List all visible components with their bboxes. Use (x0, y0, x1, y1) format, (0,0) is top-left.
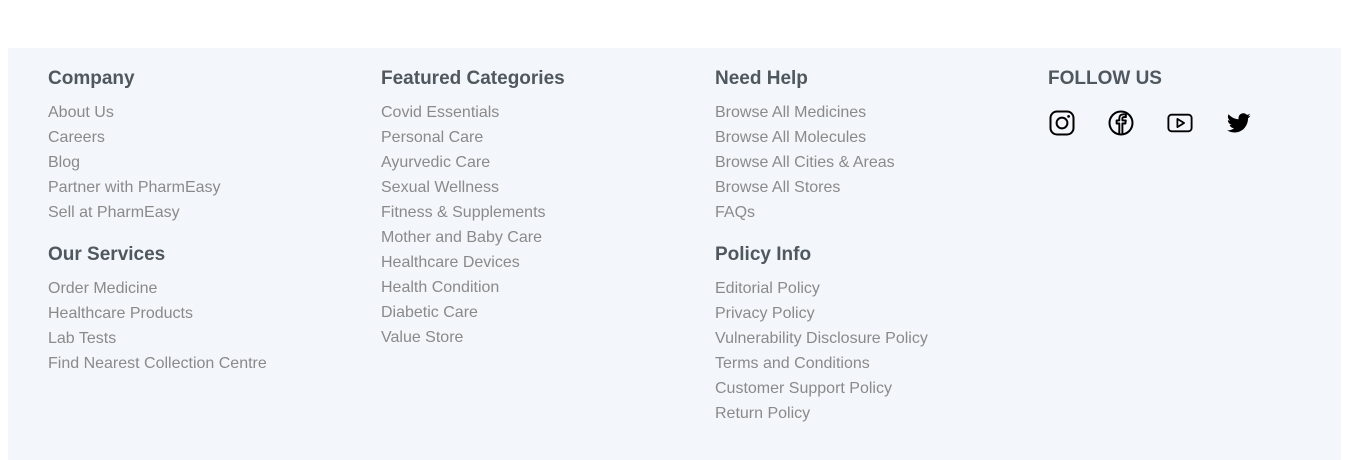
link-blog[interactable]: Blog (48, 150, 267, 175)
social-links (1049, 110, 1285, 136)
categories-section: Featured Categories Covid Essentials Per… (381, 68, 565, 350)
policy-links: Editorial Policy Privacy Policy Vulnerab… (715, 276, 928, 426)
youtube-link[interactable] (1167, 110, 1193, 136)
footer-column-company: Company About Us Careers Blog Partner wi… (48, 68, 267, 376)
link-mother-baby-care[interactable]: Mother and Baby Care (381, 225, 565, 250)
link-partner[interactable]: Partner with PharmEasy (48, 175, 267, 200)
policy-heading: Policy Info (715, 244, 812, 265)
youtube-icon (1167, 113, 1193, 133)
instagram-link[interactable] (1049, 110, 1075, 136)
link-browse-medicines[interactable]: Browse All Medicines (715, 100, 928, 125)
link-faqs[interactable]: FAQs (715, 200, 928, 225)
categories-links: Covid Essentials Personal Care Ayurvedic… (381, 100, 565, 350)
link-browse-molecules[interactable]: Browse All Molecules (715, 125, 928, 150)
help-heading: Need Help (715, 68, 808, 89)
link-customer-support-policy[interactable]: Customer Support Policy (715, 376, 928, 401)
link-value-store[interactable]: Value Store (381, 325, 565, 350)
footer-column-follow: FOLLOW US (1048, 68, 1285, 136)
services-section: Our Services Order Medicine Healthcare P… (48, 244, 267, 376)
link-order-medicine[interactable]: Order Medicine (48, 276, 267, 301)
link-healthcare-devices[interactable]: Healthcare Devices (381, 250, 565, 275)
services-heading: Our Services (48, 244, 166, 265)
link-ayurvedic-care[interactable]: Ayurvedic Care (381, 150, 565, 175)
link-return-policy[interactable]: Return Policy (715, 401, 928, 426)
link-sell[interactable]: Sell at PharmEasy (48, 200, 267, 225)
twitter-link[interactable] (1226, 110, 1252, 136)
link-fitness-supplements[interactable]: Fitness & Supplements (381, 200, 565, 225)
company-section: Company About Us Careers Blog Partner wi… (48, 68, 267, 225)
link-collection-centre[interactable]: Find Nearest Collection Centre (48, 351, 267, 376)
link-careers[interactable]: Careers (48, 125, 267, 150)
follow-heading: FOLLOW US (1048, 68, 1162, 89)
categories-heading: Featured Categories (381, 68, 565, 89)
help-section: Need Help Browse All Medicines Browse Al… (715, 68, 928, 225)
link-about-us[interactable]: About Us (48, 100, 267, 125)
link-personal-care[interactable]: Personal Care (381, 125, 565, 150)
link-vulnerability-policy[interactable]: Vulnerability Disclosure Policy (715, 326, 928, 351)
link-diabetic-care[interactable]: Diabetic Care (381, 300, 565, 325)
link-privacy-policy[interactable]: Privacy Policy (715, 301, 928, 326)
site-footer: Company About Us Careers Blog Partner wi… (8, 48, 1341, 460)
link-lab-tests[interactable]: Lab Tests (48, 326, 267, 351)
link-sexual-wellness[interactable]: Sexual Wellness (381, 175, 565, 200)
link-browse-cities[interactable]: Browse All Cities & Areas (715, 150, 928, 175)
link-healthcare-products[interactable]: Healthcare Products (48, 301, 267, 326)
link-health-condition[interactable]: Health Condition (381, 275, 565, 300)
services-links: Order Medicine Healthcare Products Lab T… (48, 276, 267, 376)
link-covid-essentials[interactable]: Covid Essentials (381, 100, 565, 125)
footer-column-categories: Featured Categories Covid Essentials Per… (381, 68, 565, 350)
help-links: Browse All Medicines Browse All Molecule… (715, 100, 928, 225)
facebook-icon (1108, 110, 1134, 136)
company-links: About Us Careers Blog Partner with Pharm… (48, 100, 267, 225)
link-editorial-policy[interactable]: Editorial Policy (715, 276, 928, 301)
link-terms-conditions[interactable]: Terms and Conditions (715, 351, 928, 376)
footer-column-help: Need Help Browse All Medicines Browse Al… (715, 68, 928, 426)
twitter-icon (1226, 113, 1251, 133)
facebook-link[interactable] (1108, 110, 1134, 136)
instagram-icon (1049, 110, 1075, 136)
policy-section: Policy Info Editorial Policy Privacy Pol… (715, 244, 928, 426)
link-browse-stores[interactable]: Browse All Stores (715, 175, 928, 200)
company-heading: Company (48, 68, 135, 89)
